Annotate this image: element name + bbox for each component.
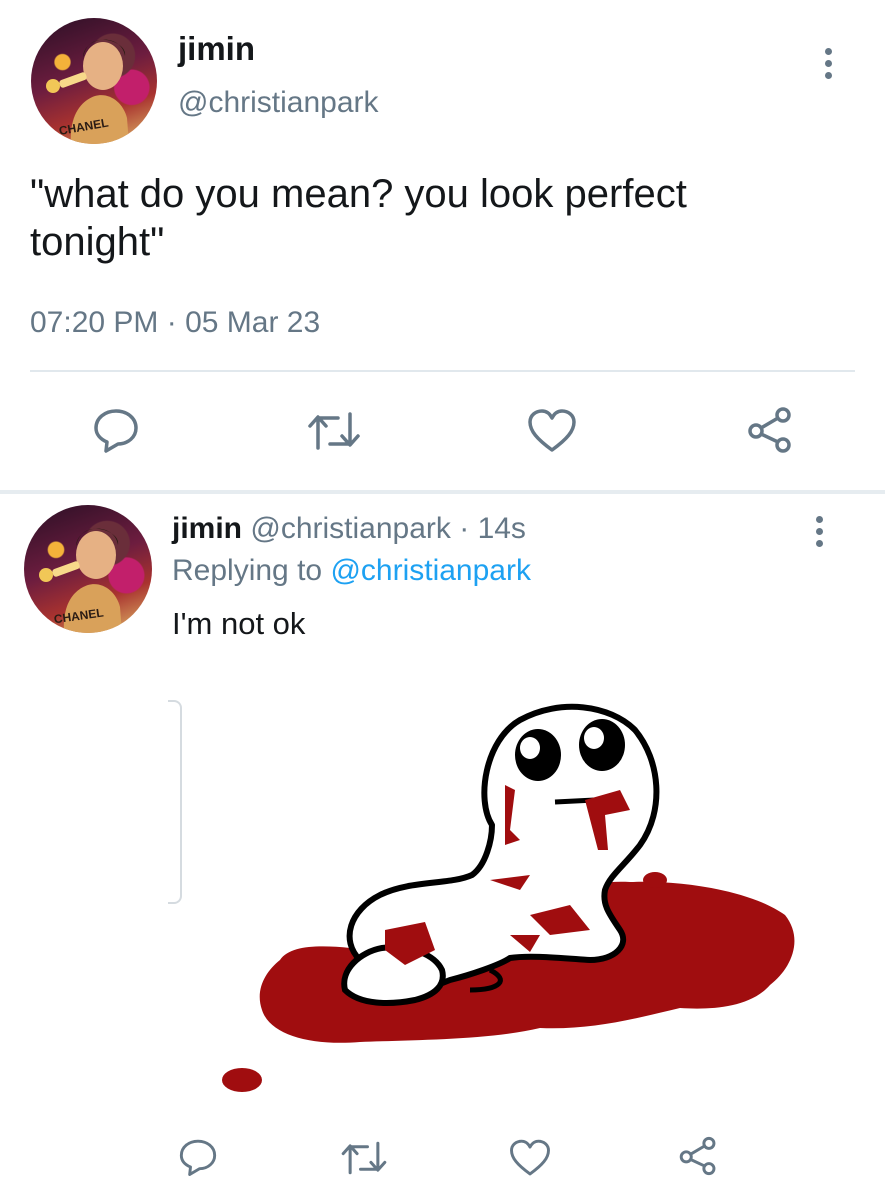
main-divider (30, 370, 855, 372)
reply-tweet-text: I'm not ok (172, 606, 306, 641)
retweet-icon[interactable] (304, 408, 364, 454)
reply-display-name[interactable]: jimin (172, 512, 242, 545)
reply-avatar[interactable]: CHANEL (24, 505, 152, 633)
reply-share-icon[interactable] (677, 1135, 719, 1177)
reply-handle[interactable]: @christianpark (250, 512, 451, 545)
reply-icon[interactable] (92, 407, 140, 453)
main-more-icon[interactable] (825, 48, 832, 84)
reply-more-icon[interactable] (816, 516, 823, 552)
reply-header: jimin @christianpark · 14s (172, 508, 526, 550)
main-tweet-date: 05 Mar 23 (185, 306, 321, 339)
main-avatar[interactable]: CHANEL (31, 18, 157, 144)
main-tweet-timestamp: 07:20 PM · 05 Mar 23 (30, 306, 320, 340)
reply-age-separator: · (450, 512, 478, 545)
section-separator (0, 490, 885, 494)
main-tweet-text: "what do you mean? you look perfect toni… (30, 172, 687, 264)
like-icon[interactable] (527, 408, 577, 454)
tweet-media-image[interactable] (210, 690, 810, 1100)
meta-separator: · (158, 306, 186, 339)
media-left-bracket (168, 700, 182, 904)
reply-age: 14s (477, 512, 526, 545)
replying-to-line: Replying to @christianpark (172, 554, 531, 588)
main-handle[interactable]: @christianpark (178, 86, 379, 120)
reply-reply-icon[interactable] (178, 1137, 218, 1177)
share-icon[interactable] (745, 405, 795, 455)
replying-mention-link[interactable]: @christianpark (330, 554, 531, 587)
replying-prefix: Replying to (172, 554, 331, 587)
reply-retweet-icon[interactable] (338, 1138, 390, 1178)
reply-like-icon[interactable] (509, 1138, 551, 1178)
main-tweet-time: 07:20 PM (30, 306, 159, 339)
main-display-name[interactable]: jimin (178, 30, 255, 68)
